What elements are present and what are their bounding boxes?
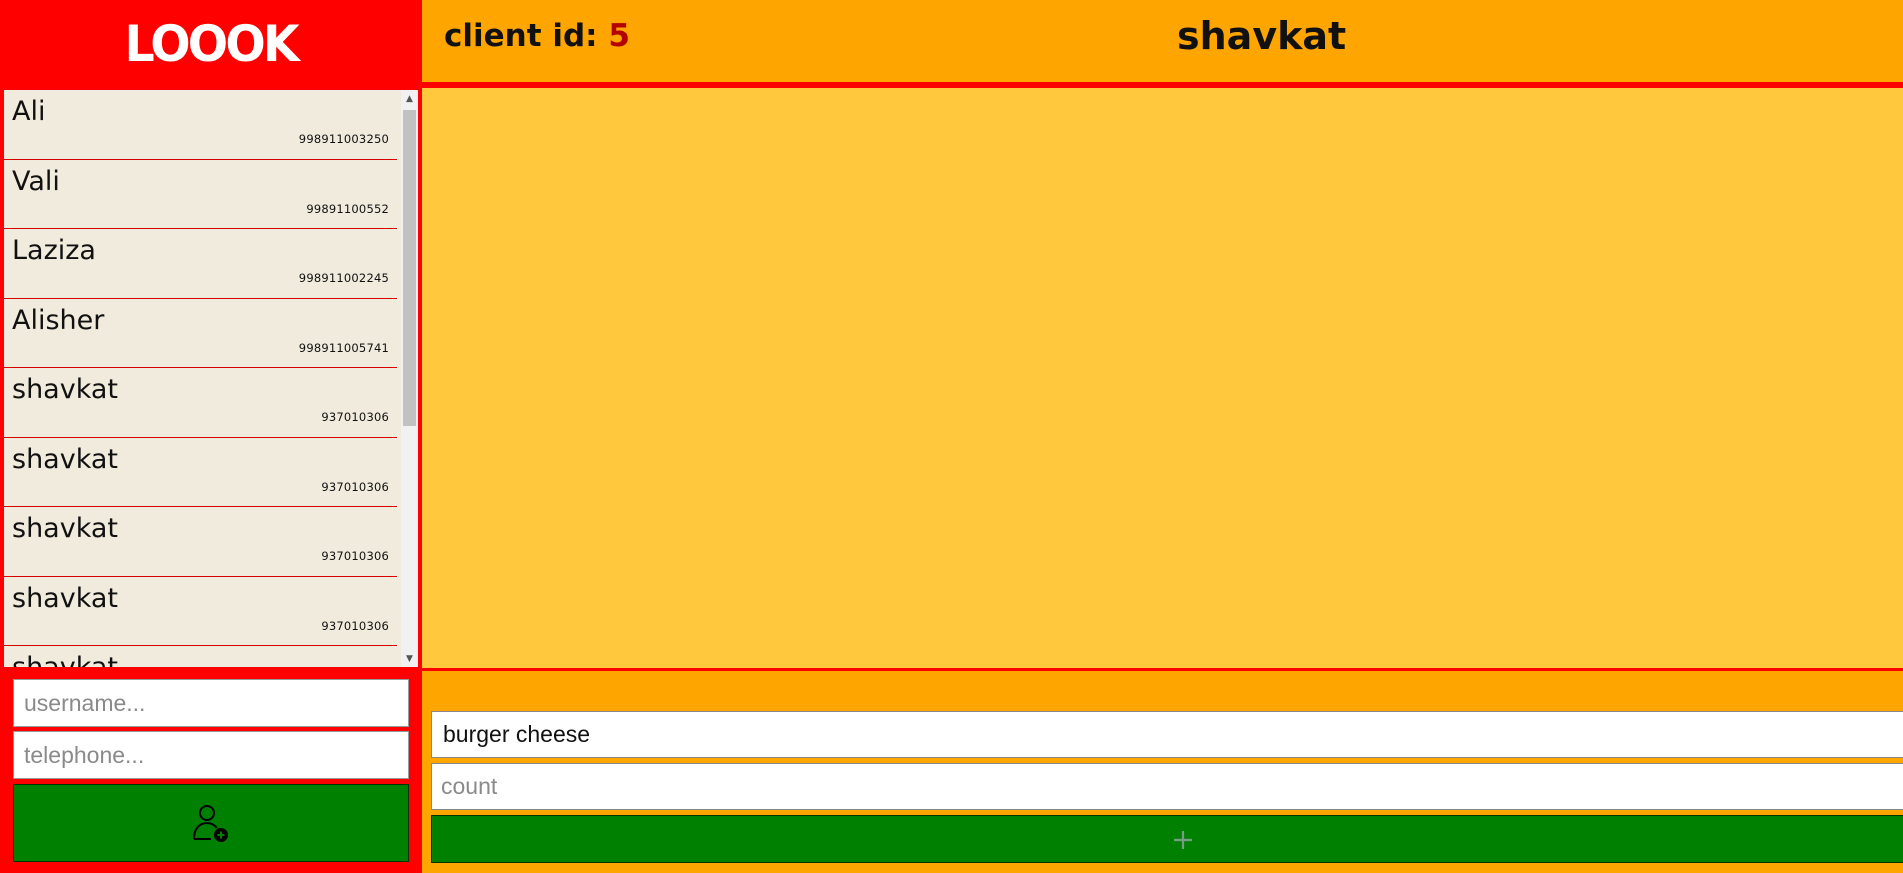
client-phone: 99891100552 bbox=[306, 201, 389, 216]
add-user-icon bbox=[193, 805, 228, 842]
client-phone: 998911003250 bbox=[298, 132, 389, 146]
client-name: Ali bbox=[12, 96, 46, 127]
client-items: Ali 998911003250 Vali 99891100552 Laziza 9989… bbox=[4, 90, 397, 667]
logo-text: LOOOK bbox=[124, 15, 300, 73]
client-phone: 937010306 bbox=[321, 479, 389, 494]
client-name: Alisher bbox=[12, 304, 105, 336]
client-name: shavkat bbox=[12, 513, 118, 544]
client-name: shavkat bbox=[12, 374, 118, 405]
client-list-item[interactable]: Alisher 998911005741 bbox=[4, 299, 397, 368]
client-list-item[interactable]: shavkat 937010306 bbox=[4, 507, 397, 577]
scroll-thumb[interactable] bbox=[403, 110, 416, 426]
client-phone: 937010306 bbox=[321, 549, 389, 563]
client-name: Vali bbox=[12, 165, 60, 197]
client-name-title: shavkat bbox=[1177, 14, 1347, 58]
client-phone: 937010306 bbox=[321, 410, 389, 424]
client-id: client id: 5 bbox=[444, 18, 630, 54]
client-name: shavkat bbox=[12, 443, 118, 475]
client-list-item[interactable]: shavkat 937010306 bbox=[4, 577, 397, 646]
client-list: Ali 998911003250 Vali 99891100552 Laziza 9989… bbox=[4, 90, 418, 667]
plus-icon bbox=[1174, 831, 1192, 849]
client-id-value: 5 bbox=[608, 18, 630, 54]
client-phone: 998911005741 bbox=[298, 340, 389, 355]
client-id-label: client id: bbox=[444, 18, 598, 54]
product-select[interactable]: burger cheese bbox=[431, 711, 1903, 758]
client-list-item[interactable]: Vali 99891100552 bbox=[4, 160, 397, 229]
order-content-area bbox=[422, 88, 1903, 668]
client-name: shavkat bbox=[12, 652, 118, 667]
count-input[interactable] bbox=[431, 763, 1903, 810]
product-select-value: burger cheese bbox=[443, 721, 591, 747]
client-list-item[interactable]: shavkat 937010306 bbox=[4, 438, 397, 507]
header: client id: 5 shavkat bbox=[422, 0, 1903, 85]
scroll-up-icon[interactable]: ▲ bbox=[401, 90, 418, 107]
client-name: Laziza bbox=[12, 235, 96, 266]
client-list-item[interactable]: shavkat937010306 bbox=[4, 646, 397, 667]
scroll-down-icon[interactable]: ▼ bbox=[401, 650, 418, 667]
add-order-button[interactable] bbox=[431, 815, 1903, 863]
client-phone: 998911002245 bbox=[298, 271, 389, 285]
logo: LOOOK bbox=[0, 0, 422, 88]
username-input[interactable] bbox=[13, 679, 409, 727]
sidebar: LOOOK Ali 998911003250 Vali 99891100552 Lazi… bbox=[0, 0, 422, 873]
client-list-item[interactable]: shavkat 937010306 bbox=[4, 368, 397, 438]
client-phone: 937010306 bbox=[321, 618, 389, 633]
client-list-item[interactable]: Ali 998911003250 bbox=[4, 90, 397, 160]
telephone-input[interactable] bbox=[13, 731, 409, 779]
client-name: shavkat bbox=[12, 582, 118, 614]
client-list-item[interactable]: Laziza 998911002245 bbox=[4, 229, 397, 299]
add-client-button[interactable] bbox=[13, 784, 409, 862]
order-form: burger cheese bbox=[422, 668, 1903, 873]
scrollbar[interactable]: ▲ ▼ bbox=[401, 90, 418, 667]
